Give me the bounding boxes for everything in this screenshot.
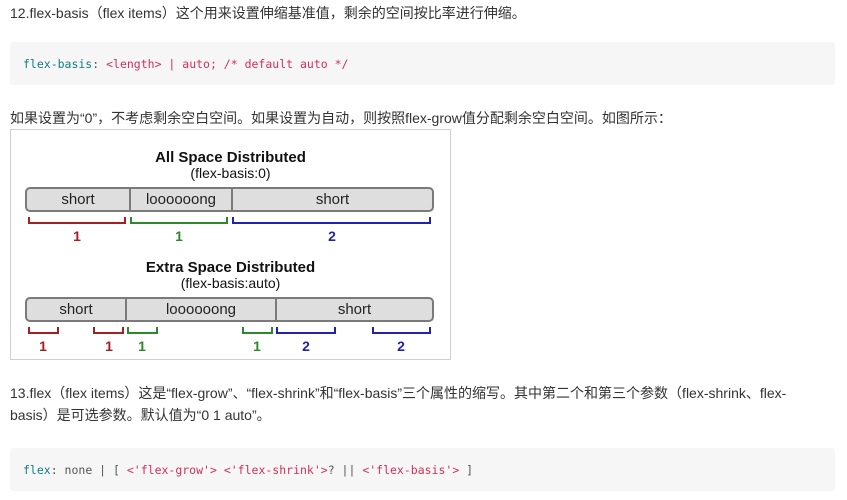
diagram1-bracket-2 xyxy=(130,217,228,224)
diagram2-bracket-1b xyxy=(93,327,124,334)
diagram2-number-3b: 2 xyxy=(397,338,405,354)
code-text: ? || xyxy=(327,463,363,477)
diagram2-number-1a: 1 xyxy=(39,338,47,354)
diagram1-number-1: 1 xyxy=(73,228,81,244)
code-line: flex: none | [ <'flex-grow'> <'flex-shri… xyxy=(23,463,473,477)
note-text: 如果设置为“0”，不考虑剩余空白空间。如果设置为自动，则按照flex-grow值… xyxy=(10,110,672,126)
code-property: flex xyxy=(23,463,51,477)
diagram1-bracket-3 xyxy=(232,217,431,224)
diagram1-segment-long: loooooong xyxy=(129,189,231,210)
diagram1-subtitle: (flex-basis:0) xyxy=(190,165,271,181)
code-token-flex-grow: <'flex-grow'> xyxy=(126,463,217,477)
code-line: flex-basis: <length> | auto; /* default … xyxy=(23,57,348,71)
code-token-flex-shrink: <'flex-shrink'> xyxy=(223,463,328,477)
diagram2-segment-long: loooooong xyxy=(125,299,275,320)
diagram2-number-1b: 1 xyxy=(105,338,113,354)
diagram1-bar: short loooooong short xyxy=(25,187,434,212)
diagram1-segment-short-1: short xyxy=(61,191,95,208)
diagram2-bracket-1a xyxy=(28,327,59,334)
diagram1-number-2: 1 xyxy=(175,228,183,244)
diagram2-bracket-3a xyxy=(276,327,336,334)
diagram2-bracket-3b xyxy=(372,327,431,334)
diagram2-title: Extra Space Distributed xyxy=(145,259,316,276)
diagram2-bracket-2a xyxy=(127,327,158,334)
diagram2-bar: short loooooong short xyxy=(25,297,434,322)
flex-basis-figure: All Space Distributed (flex-basis:0) sho… xyxy=(10,129,451,360)
code-colon: : xyxy=(92,57,107,71)
code-block-flex: flex: none | [ <'flex-grow'> <'flex-shri… xyxy=(10,448,835,491)
diagram1-bracket-1 xyxy=(28,217,126,224)
diagram1-title: All Space Distributed xyxy=(155,149,306,166)
code-text: : none | [ xyxy=(50,463,127,477)
diagram2-segment-short-1: short xyxy=(59,301,93,318)
diagram1-segment-short-2: short xyxy=(231,189,432,210)
diagram2-segment-short-2: short xyxy=(275,299,432,320)
diagram2-subtitle: (flex-basis:auto) xyxy=(180,275,281,291)
code-token-flex-basis: <'flex-basis'> xyxy=(362,463,460,477)
item-13-text-line2: basis）是可选参数。默认值为“0 1 auto”。 xyxy=(10,407,271,423)
code-property: flex-basis xyxy=(23,57,93,71)
diagram2-number-2b: 1 xyxy=(253,338,261,354)
code-text: ] xyxy=(459,463,474,477)
item-13-text-line1: 13.flex（flex items）这是“flex-grow”、“flex-s… xyxy=(10,385,787,401)
item-12-text: 12.flex-basis（flex items）这个用来设置伸缩基准值，剩余的… xyxy=(10,5,526,21)
diagram1-number-3: 2 xyxy=(328,228,336,244)
diagram2-number-2a: 1 xyxy=(138,338,146,354)
diagram2-bracket-2b xyxy=(242,327,273,334)
code-value: <length> | auto; /* default auto */ xyxy=(106,57,349,71)
code-block-flex-basis: flex-basis: <length> | auto; /* default … xyxy=(10,42,835,85)
diagram2-number-3a: 2 xyxy=(302,338,310,354)
